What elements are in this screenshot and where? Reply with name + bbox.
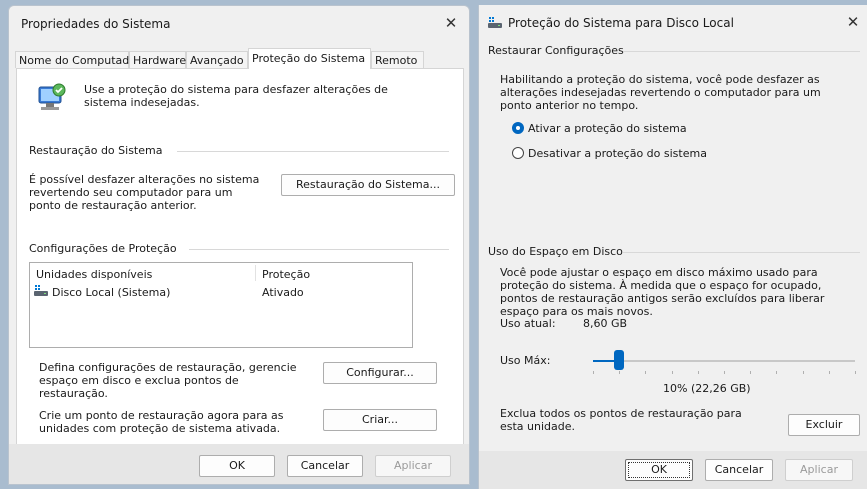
disk-usage-description: Você pode ajustar o espaço em disco máxi… (500, 266, 825, 318)
slider-track[interactable] (593, 360, 855, 362)
delete-button[interactable]: Excluir (788, 414, 860, 436)
restore-description: É possível desfazer alterações no sistem… (29, 173, 260, 212)
restore-settings-description: Habilitando a proteção do sistema, você … (500, 73, 821, 112)
apply-button[interactable]: Aplicar (375, 455, 451, 477)
column-divider (255, 265, 256, 281)
radio-unselected-icon[interactable] (512, 147, 524, 159)
slider-tick (803, 371, 804, 374)
cancel-button[interactable]: Cancelar (287, 455, 363, 477)
column-header-drives[interactable]: Unidades disponíveis (36, 268, 152, 281)
tab-hardware[interactable]: Hardware (129, 51, 186, 68)
tab-remote[interactable]: Remoto (371, 51, 424, 68)
dialog-footer: OK Cancelar Aplicar (479, 451, 867, 489)
disk-usage-title: Uso do Espaço em Disco (488, 245, 623, 258)
radio-enable-protection[interactable]: Ativar a proteção do sistema (512, 120, 762, 136)
column-header-protection[interactable]: Proteção (262, 268, 310, 281)
drive-icon (34, 285, 48, 297)
window-title: Propriedades do Sistema (21, 17, 171, 31)
tab-system-protection[interactable]: Proteção do Sistema (248, 48, 371, 69)
cancel-button[interactable]: Cancelar (705, 459, 773, 481)
slider-tick (829, 371, 830, 374)
intro-text: Use a proteção do sistema para desfazer … (84, 83, 388, 109)
slider-tick (776, 371, 777, 374)
slider-tick (672, 371, 673, 374)
slider-thumb[interactable] (614, 350, 624, 370)
title-bar[interactable]: Proteção do Sistema para Disco Local ✕ (479, 5, 867, 39)
slider-tick (645, 371, 646, 374)
apply-button[interactable]: Aplicar (785, 459, 853, 481)
slider-tick (750, 371, 751, 374)
max-usage-value: 10% (22,26 GB) (663, 382, 751, 395)
create-button[interactable]: Criar... (323, 409, 437, 431)
slider-tick (855, 371, 856, 374)
slider-tick (698, 371, 699, 374)
radio-disable-protection[interactable]: Desativar a proteção do sistema (512, 145, 762, 161)
system-properties-window: Propriedades do Sistema ✕ Nome do Comput… (8, 5, 470, 485)
radio-disable-label: Desativar a proteção do sistema (528, 147, 707, 160)
configure-description: Defina configurações de restauração, ger… (39, 361, 297, 400)
drive-name: Disco Local (Sistema) (52, 286, 171, 299)
system-protection-dialog: Proteção do Sistema para Disco Local ✕ R… (478, 5, 867, 489)
tab-advanced[interactable]: Avançado (186, 51, 248, 68)
delete-description: Exclua todos os pontos de restauração pa… (500, 407, 742, 433)
close-icon[interactable]: ✕ (841, 11, 865, 33)
list-item[interactable]: Disco Local (Sistema) Ativado (32, 283, 410, 301)
close-icon[interactable]: ✕ (439, 12, 463, 34)
current-usage-label: Uso atual: (500, 317, 556, 330)
dialog-footer: OK Cancelar Aplicar (9, 444, 469, 484)
group-divider (189, 249, 449, 250)
group-divider (623, 252, 860, 253)
drive-protection-status: Ativado (262, 286, 304, 299)
system-protection-icon (35, 81, 69, 115)
ok-button[interactable]: OK (625, 459, 693, 481)
slider-tick (619, 371, 620, 374)
desktop-background (470, 0, 478, 489)
current-usage-value: 8,60 GB (583, 317, 628, 330)
max-usage-label: Uso Máx: (500, 354, 551, 367)
restore-group-title: Restauração do Sistema (29, 144, 163, 157)
drives-list[interactable]: Unidades disponíveis Proteção Disco Loca… (29, 262, 413, 348)
ok-button[interactable]: OK (199, 455, 275, 477)
tab-panel: Use a proteção do sistema para desfazer … (16, 68, 464, 454)
system-restore-button[interactable]: Restauração do Sistema... (281, 174, 455, 196)
slider-tick (724, 371, 725, 374)
restore-settings-title: Restaurar Configurações (488, 44, 624, 57)
title-bar[interactable]: Propriedades do Sistema ✕ (9, 6, 469, 40)
slider-tick (593, 371, 594, 374)
radio-selected-icon[interactable] (512, 122, 524, 134)
drive-icon (488, 17, 502, 32)
configure-button[interactable]: Configurar... (323, 362, 437, 384)
group-divider (623, 51, 860, 52)
tab-computer-name[interactable]: Nome do Computador (15, 51, 141, 68)
group-divider (177, 151, 449, 152)
create-description: Crie um ponto de restauração agora para … (39, 409, 284, 435)
radio-enable-label: Ativar a proteção do sistema (528, 122, 687, 135)
protection-group-title: Configurações de Proteção (29, 242, 177, 255)
max-usage-slider[interactable] (593, 347, 856, 377)
window-title: Proteção do Sistema para Disco Local (508, 16, 734, 30)
